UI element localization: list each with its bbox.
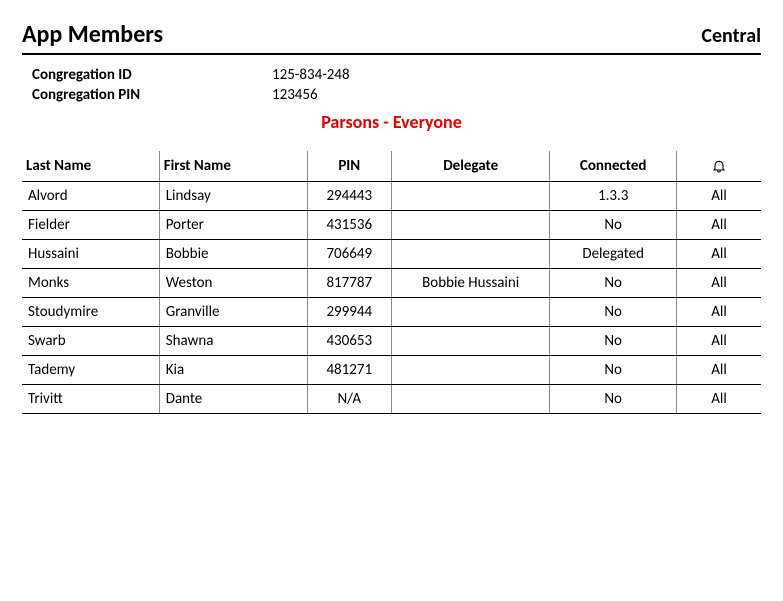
cell-pin: 481271 (307, 356, 391, 385)
cell-connected: Delegated (550, 240, 677, 269)
page-header: App Members Central (22, 20, 761, 55)
cell-first-name: Granville (159, 298, 307, 327)
cell-notify: All (677, 182, 762, 211)
cell-pin: 431536 (307, 211, 391, 240)
cell-first-name: Kia (159, 356, 307, 385)
cell-first-name: Porter (159, 211, 307, 240)
table-row: HussainiBobbie706649 DelegatedAll (22, 240, 761, 269)
table-header-row: Last Name First Name PIN Delegate Connec… (22, 151, 761, 182)
cell-pin: 817787 (307, 269, 391, 298)
cell-notify: All (677, 269, 762, 298)
page-header-right: Central (701, 24, 761, 48)
cell-notify: All (677, 211, 762, 240)
cell-notify: All (677, 356, 762, 385)
table-row: MonksWeston817787Bobbie HussainiNoAll (22, 269, 761, 298)
cell-connected: No (550, 385, 677, 414)
congregation-pin-label: Congregation PIN (32, 85, 272, 105)
cell-last-name: Monks (22, 269, 159, 298)
cell-delegate (391, 356, 549, 385)
cell-notify: All (677, 385, 762, 414)
cell-pin: 430653 (307, 327, 391, 356)
congregation-id-value: 125-834-248 (272, 65, 350, 85)
col-header-first-name: First Name (159, 151, 307, 182)
cell-last-name: Tademy (22, 356, 159, 385)
cell-last-name: Hussaini (22, 240, 159, 269)
cell-connected: No (550, 327, 677, 356)
congregation-pin-value: 123456 (272, 85, 318, 105)
table-row: FielderPorter431536 NoAll (22, 211, 761, 240)
cell-connected: 1.3.3 (550, 182, 677, 211)
list-subtitle: Parsons - Everyone (22, 111, 761, 133)
page-title: App Members (22, 20, 163, 49)
cell-last-name: Fielder (22, 211, 159, 240)
cell-delegate (391, 327, 549, 356)
cell-delegate (391, 240, 549, 269)
cell-notify: All (677, 327, 762, 356)
table-row: TademyKia481271 NoAll (22, 356, 761, 385)
congregation-id-row: Congregation ID 125-834-248 (32, 65, 761, 85)
col-header-last-name: Last Name (22, 151, 159, 182)
cell-pin: N/A (307, 385, 391, 414)
col-header-pin: PIN (307, 151, 391, 182)
cell-notify: All (677, 240, 762, 269)
cell-first-name: Dante (159, 385, 307, 414)
col-header-delegate: Delegate (391, 151, 549, 182)
cell-delegate (391, 385, 549, 414)
cell-last-name: Stoudymire (22, 298, 159, 327)
cell-delegate (391, 298, 549, 327)
congregation-pin-row: Congregation PIN 123456 (32, 85, 761, 105)
cell-delegate (391, 211, 549, 240)
congregation-id-label: Congregation ID (32, 65, 272, 85)
bell-icon (681, 158, 757, 174)
table-row: StoudymireGranville299944 NoAll (22, 298, 761, 327)
cell-pin: 299944 (307, 298, 391, 327)
cell-connected: No (550, 269, 677, 298)
cell-last-name: Trivitt (22, 385, 159, 414)
cell-delegate: Bobbie Hussaini (391, 269, 549, 298)
col-header-connected: Connected (550, 151, 677, 182)
table-row: AlvordLindsay294443 1.3.3All (22, 182, 761, 211)
congregation-meta: Congregation ID 125-834-248 Congregation… (22, 65, 761, 105)
cell-first-name: Shawna (159, 327, 307, 356)
cell-notify: All (677, 298, 762, 327)
cell-pin: 294443 (307, 182, 391, 211)
cell-delegate (391, 182, 549, 211)
members-table: Last Name First Name PIN Delegate Connec… (22, 151, 761, 414)
cell-last-name: Alvord (22, 182, 159, 211)
table-row: TrivittDanteN/A NoAll (22, 385, 761, 414)
cell-first-name: Bobbie (159, 240, 307, 269)
table-row: SwarbShawna430653 NoAll (22, 327, 761, 356)
cell-pin: 706649 (307, 240, 391, 269)
cell-connected: No (550, 356, 677, 385)
col-header-notify (677, 151, 762, 182)
cell-connected: No (550, 298, 677, 327)
cell-last-name: Swarb (22, 327, 159, 356)
cell-first-name: Weston (159, 269, 307, 298)
cell-connected: No (550, 211, 677, 240)
cell-first-name: Lindsay (159, 182, 307, 211)
